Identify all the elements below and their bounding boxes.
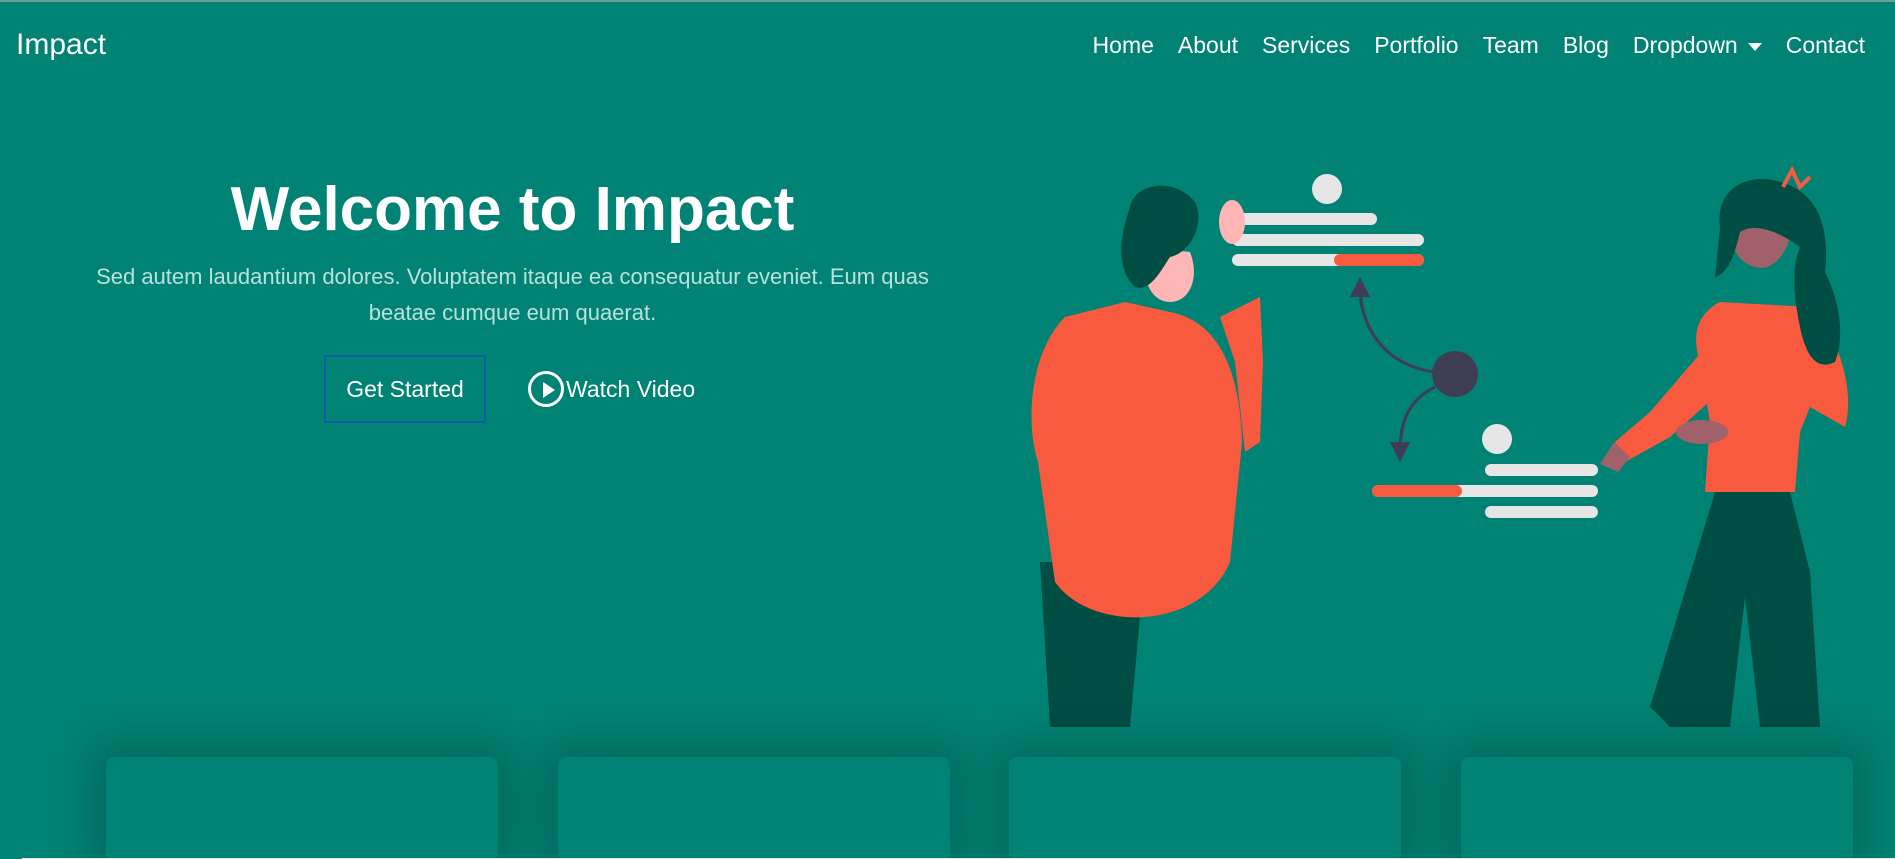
woman-figure <box>1600 165 1849 727</box>
nav-contact[interactable]: Contact <box>1786 32 1865 59</box>
watch-video-label: Watch Video <box>566 375 696 402</box>
hero-illustration <box>1031 165 1849 727</box>
nav-dropdown[interactable]: Dropdown <box>1633 32 1762 59</box>
panel-progress <box>1334 254 1424 266</box>
feature-cards <box>0 757 1895 859</box>
hero-title: Welcome to Impact <box>230 175 795 244</box>
nav-portfolio[interactable]: Portfolio <box>1374 32 1458 59</box>
nav-blog[interactable]: Blog <box>1563 32 1609 59</box>
feature-card[interactable] <box>558 757 950 859</box>
panel-bar <box>1485 464 1598 476</box>
feature-card[interactable] <box>1009 757 1401 859</box>
brand-logo[interactable]: Impact <box>16 28 106 62</box>
panel-bar <box>1485 506 1598 518</box>
panel-dot-top <box>1312 174 1342 204</box>
arrow-up <box>1358 286 1436 374</box>
watch-video-button[interactable]: Watch Video <box>528 371 695 407</box>
nav-team[interactable]: Team <box>1483 32 1539 59</box>
main-nav: Home About Services Portfolio Team Blog … <box>1069 32 1865 59</box>
page: Impact Home About Services Portfolio Tea… <box>0 0 1895 859</box>
hero-text: Welcome to Impact Sed autem laudantium d… <box>60 174 965 331</box>
panel-dot-bottom <box>1482 424 1512 454</box>
connector-node <box>1432 351 1478 397</box>
get-started-button[interactable]: Get Started <box>324 355 486 423</box>
man-figure <box>1031 185 1263 727</box>
panel-progress <box>1372 485 1462 497</box>
chevron-down-icon <box>1747 42 1762 51</box>
play-circle-icon <box>528 371 564 407</box>
hero-subtitle: Sed autem laudantium dolores. Voluptatem… <box>96 264 929 325</box>
nav-about[interactable]: About <box>1178 32 1238 59</box>
hero-buttons: Get Started Watch Video <box>324 355 695 423</box>
feature-card[interactable] <box>1461 757 1853 859</box>
panel-bar <box>1232 234 1424 246</box>
arrow-head <box>1350 277 1370 297</box>
nav-dropdown-label: Dropdown <box>1632 32 1738 58</box>
panel-bar <box>1232 213 1377 225</box>
arrow-head <box>1390 442 1410 462</box>
feature-card[interactable] <box>106 757 498 859</box>
nav-home[interactable]: Home <box>1093 32 1154 59</box>
nav-services[interactable]: Services <box>1262 32 1350 59</box>
